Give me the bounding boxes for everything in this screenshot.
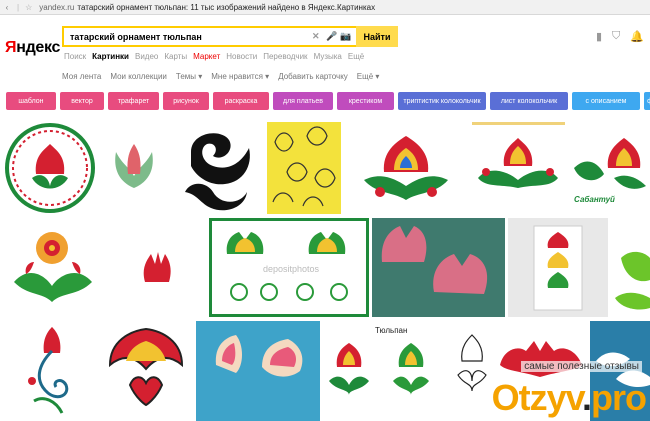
otzyv-watermark: самые полезные отзывы Otzyv.pro (460, 361, 650, 421)
chip-trafaret[interactable]: трафарет (108, 92, 159, 110)
result-image[interactable] (4, 218, 104, 317)
result-image[interactable] (372, 218, 505, 317)
yandex-header: Яндекс татарский орнамент тюльпан ✕ 🎤 📷 … (0, 16, 650, 86)
yandex-logo[interactable]: Яндекс (5, 39, 60, 57)
search-button[interactable]: Найти (356, 26, 398, 47)
chip-cross-stitch[interactable]: крестиком (337, 92, 394, 110)
subnav-themes[interactable]: Темы ▾ (176, 72, 202, 81)
poster-mockup-image (508, 218, 608, 317)
tab-translator[interactable]: Переводчик (263, 52, 307, 61)
colorful-tulip-ornament-image (344, 122, 469, 214)
image-results-grid: Сабантуй depositphotos Тюльпан самые пол… (0, 118, 650, 421)
search-input[interactable]: татарский орнамент тюльпан ✕ 🎤 📷 (62, 26, 356, 47)
chip-more[interactable]: ф (644, 92, 650, 110)
result-image[interactable] (472, 122, 565, 214)
red-black-ornament-image (100, 321, 193, 421)
tab-video[interactable]: Видео (135, 52, 158, 61)
clear-icon[interactable]: ✕ (312, 31, 320, 42)
sabantuy-ornament-image: Сабантуй (568, 122, 650, 214)
tulip-stencil-set-image: depositphotos (209, 218, 369, 317)
result-image[interactable]: Сабантуй (568, 122, 650, 214)
header-icons: ▮ ⛉ 🔔 (596, 30, 644, 43)
result-image[interactable] (267, 122, 341, 214)
tulip-paper-cutout-image (196, 321, 320, 421)
chip-raskraska[interactable]: раскраска (213, 92, 269, 110)
chip-triptych-bell[interactable]: триптистик колокольчик (398, 92, 486, 110)
star-icon[interactable]: ☆ (25, 3, 32, 12)
url-domain: yandex.ru (39, 2, 75, 12)
sabantuy-text: Сабантуй (574, 195, 615, 204)
green-leaf-image (611, 218, 650, 317)
chip-leaf-bell[interactable]: лист колокольчик (490, 92, 568, 110)
chip-for-dresses[interactable]: для платьев (273, 92, 333, 110)
scroll-ornament-image (4, 321, 97, 421)
result-image[interactable] (196, 321, 320, 421)
tab-music[interactable]: Музыка (314, 52, 342, 61)
chip-with-description[interactable]: с описанием (572, 92, 640, 110)
result-image[interactable] (344, 122, 469, 214)
bell-icon[interactable]: 🔔 (630, 30, 644, 43)
chip-vector[interactable]: вектор (60, 92, 104, 110)
subnav-liked[interactable]: Мне нравится ▾ (211, 72, 269, 81)
images-subnav: Моя лента Мои коллекции Темы ▾ Мне нрави… (62, 72, 388, 81)
page-title: татарский орнамент тюльпан: 11 тыс изобр… (77, 2, 376, 12)
yellow-pattern-image (267, 122, 341, 214)
watermark-caption: самые полезные отзывы (521, 361, 642, 372)
result-image[interactable] (107, 218, 206, 317)
result-image[interactable] (171, 122, 264, 214)
tulip-with-scrolls-image (472, 122, 565, 214)
tab-more[interactable]: Ещё (348, 52, 364, 61)
subnav-more[interactable]: Ещё ▾ (357, 72, 380, 81)
related-query-chips: шаблон вектор трафарет рисунок раскраска… (6, 92, 650, 110)
back-icon[interactable]: ‹ (0, 3, 14, 12)
tulip-sheet-image: Тюльпан (323, 321, 451, 421)
subnav-add-card[interactable]: Добавить карточку (278, 72, 348, 81)
result-image[interactable] (4, 122, 97, 214)
tulip-caption: Тюльпан (375, 326, 407, 335)
result-image[interactable]: Тюльпан (323, 321, 451, 421)
bookmark-icon[interactable]: ▮ (596, 30, 602, 43)
tab-news[interactable]: Новости (226, 52, 257, 61)
shield-icon[interactable]: ⛉ (612, 30, 620, 43)
orange-flower-ornament-image (4, 218, 104, 317)
green-tulip-image (100, 122, 168, 214)
watermark-text: depositphotos (263, 264, 320, 274)
browser-address-bar[interactable]: ‹ | ☆ yandex.ru татарский орнамент тюльп… (0, 0, 650, 15)
tab-maps[interactable]: Карты (164, 52, 187, 61)
camera-icon[interactable]: 📷 (340, 31, 351, 42)
result-image[interactable] (100, 122, 168, 214)
tab-market[interactable]: Маркет (193, 52, 220, 61)
subnav-my-collections[interactable]: Мои коллекции (110, 72, 167, 81)
tulip-circle-ornament-image (5, 123, 95, 213)
service-tabs: Поиск Картинки Видео Карты Маркет Новост… (64, 52, 370, 61)
result-image[interactable] (508, 218, 608, 317)
otzyv-logo: Otzyv.pro (491, 377, 647, 418)
result-image[interactable] (611, 218, 650, 317)
subnav-my-feed[interactable]: Моя лента (62, 72, 101, 81)
pink-tulip-on-teal-image (372, 218, 505, 317)
microphone-icon[interactable]: 🎤 (326, 31, 337, 42)
divider: | (17, 2, 20, 12)
result-image[interactable] (4, 321, 97, 421)
search-query-text: татарский орнамент тюльпан (70, 31, 202, 42)
result-image[interactable]: depositphotos (209, 218, 369, 317)
tab-search[interactable]: Поиск (64, 52, 86, 61)
chip-shablon[interactable]: шаблон (6, 92, 56, 110)
black-swirl-ornament-image (171, 122, 264, 214)
result-image[interactable] (100, 321, 193, 421)
tab-images[interactable]: Картинки (92, 52, 129, 61)
chip-risunok[interactable]: рисунок (163, 92, 209, 110)
small-red-tulip-image (107, 218, 206, 317)
